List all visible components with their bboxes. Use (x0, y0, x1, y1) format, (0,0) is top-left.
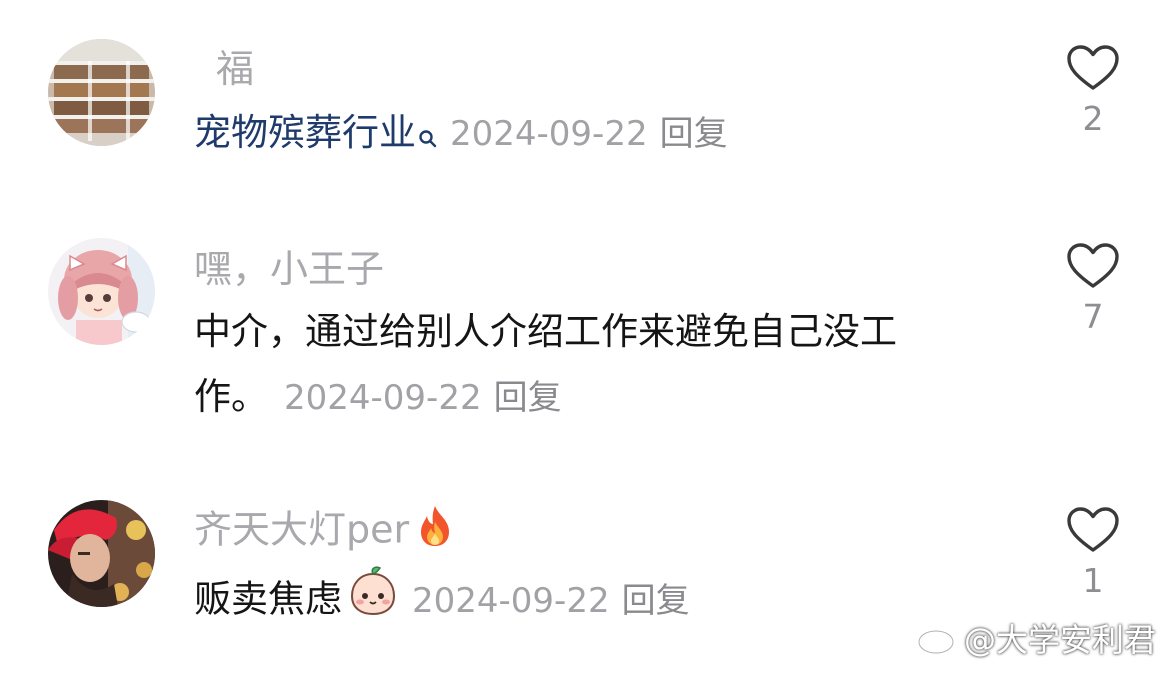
comment-text-content: 贩卖焦虑 (194, 577, 342, 621)
like-button[interactable]: 1 (1062, 506, 1124, 597)
like-count: 2 (1082, 99, 1104, 138)
like-button[interactable]: 7 (1062, 242, 1124, 333)
comment-text: 贩卖焦虑 2024-09-22 回复 (194, 564, 690, 638)
comment-text-continuation: 作。 (194, 375, 268, 418)
comment-item: 福 宠物殡葬行业 2024-09-22 回复 2 (0, 0, 1170, 200)
search-icon[interactable] (418, 105, 438, 169)
avatar[interactable] (48, 500, 155, 607)
comment-text: 宠物殡葬行业 2024-09-22 回复 (194, 101, 728, 169)
watermark: @大学安利君 (916, 615, 1156, 664)
heart-outline-icon[interactable] (1066, 44, 1120, 92)
comment-date: 2024-09-22 (412, 580, 610, 621)
reply-button[interactable]: 回复 (494, 378, 562, 418)
comment-item: 嘿，小王子 中介，通过给别人介绍工作来避免自己没工 作。 2024-09-22 回复… (0, 200, 1170, 460)
username[interactable]: 齐天大灯per (194, 506, 457, 554)
comment-text: 中介，通过给别人介绍工作来避免自己没工 作。 2024-09-22 回复 (194, 300, 897, 430)
username[interactable]: 福 (216, 50, 254, 88)
like-button[interactable]: 2 (1062, 44, 1124, 135)
reply-button[interactable]: 回复 (622, 581, 690, 621)
fire-icon (413, 504, 457, 554)
comment-text-line: 中介，通过给别人介绍工作来避免自己没工 (194, 310, 897, 353)
comment-date: 2024-09-22 (284, 378, 482, 418)
comment-date: 2024-09-22 (450, 114, 648, 154)
like-count: 7 (1082, 297, 1104, 336)
heart-outline-icon[interactable] (1066, 242, 1120, 290)
username[interactable]: 嘿，小王子 (194, 250, 384, 288)
reply-button[interactable]: 回复 (660, 114, 728, 154)
avatar[interactable] (48, 238, 155, 345)
weibo-logo-icon (916, 620, 960, 664)
comment-text-line: 作。 2024-09-22 回复 (194, 365, 897, 430)
peach-face-icon (346, 564, 400, 638)
username-text: 齐天大灯per (194, 507, 410, 552)
heart-outline-icon[interactable] (1066, 506, 1120, 554)
avatar[interactable] (48, 39, 155, 146)
watermark-text: @大学安利君 (963, 621, 1156, 659)
like-count: 1 (1082, 561, 1104, 600)
search-link-text[interactable]: 宠物殡葬行业 (194, 111, 416, 154)
